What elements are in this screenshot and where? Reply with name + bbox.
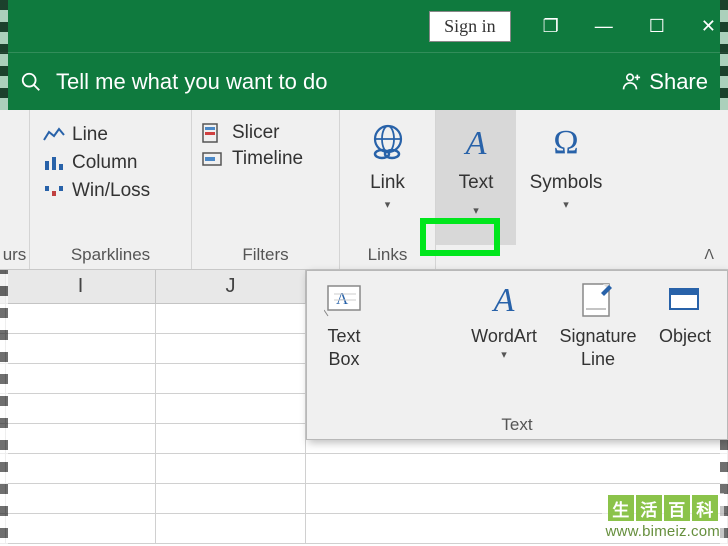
- ribbon: urs Line Column Win/Loss Sparklines: [0, 110, 728, 270]
- minimize-icon[interactable]: —: [595, 16, 613, 37]
- line-spark-icon: [42, 125, 66, 145]
- column-header-i[interactable]: I: [6, 270, 156, 303]
- group-label-text-blank: [436, 245, 516, 269]
- symbols-label: Symbols: [530, 172, 603, 194]
- chevron-down-icon: ▾: [385, 198, 391, 211]
- collapse-ribbon-button[interactable]: ᐱ: [704, 246, 714, 263]
- sparkline-line-label: Line: [72, 124, 108, 146]
- ribbon-group-tours: urs: [0, 110, 30, 269]
- ribbon-group-filters: Slicer Timeline Filters: [192, 110, 340, 269]
- watermark-url: www.bimeiz.com: [606, 523, 721, 540]
- ribbon-group-text: A Text ▾: [436, 110, 516, 269]
- text-dropdown-button[interactable]: A Text ▾: [438, 112, 514, 221]
- group-label-filters: Filters: [192, 245, 339, 269]
- slicer-icon: [200, 123, 224, 143]
- chevron-down-icon: ▾: [473, 204, 479, 217]
- sparkline-column-label: Column: [72, 152, 137, 174]
- link-label: Link: [370, 172, 405, 194]
- slicer-label: Slicer: [232, 122, 280, 144]
- maximize-icon[interactable]: ☐: [649, 16, 665, 37]
- group-label-sparklines: Sparklines: [30, 245, 191, 269]
- link-button[interactable]: Link ▾: [355, 116, 421, 215]
- window-controls: ❐ — ☐ ✕: [543, 16, 716, 37]
- symbols-button[interactable]: Ω Symbols ▾: [520, 116, 613, 215]
- sparkline-line-button[interactable]: Line: [38, 122, 154, 148]
- wordart-button[interactable]: A WordArt ▾: [461, 277, 547, 363]
- signature-line-label: Signature Line: [559, 325, 636, 370]
- ribbon-group-links: Link ▾ Links: [340, 110, 436, 269]
- share-icon: [619, 71, 641, 93]
- tellme-bar: Tell me what you want to do Share: [0, 52, 728, 110]
- film-edge-left: [0, 0, 8, 546]
- object-icon: [663, 279, 707, 321]
- close-icon[interactable]: ✕: [701, 16, 716, 37]
- watermark: 生 活 百 科 www.bimeiz.com: [602, 493, 725, 542]
- text-label: Text: [459, 172, 494, 194]
- group-label-links: Links: [340, 245, 435, 269]
- group-label-symbols-blank: [516, 245, 616, 269]
- column-header-j[interactable]: J: [156, 270, 306, 303]
- timeline-icon: [200, 149, 224, 169]
- text-box-icon: A: [322, 279, 366, 321]
- text-box-button[interactable]: A Text Box: [313, 277, 375, 372]
- signature-icon: [576, 279, 620, 321]
- omega-icon: Ω: [543, 120, 589, 164]
- text-box-label: Text Box: [327, 325, 360, 370]
- timeline-button[interactable]: Timeline: [200, 148, 303, 170]
- sparkline-winloss-button[interactable]: Win/Loss: [38, 178, 154, 204]
- svg-text:A: A: [464, 125, 487, 162]
- search-icon: [20, 71, 42, 93]
- share-label: Share: [649, 69, 708, 95]
- tellme-search[interactable]: Tell me what you want to do: [20, 69, 327, 95]
- object-label: Object: [659, 325, 711, 348]
- share-button[interactable]: Share: [619, 69, 708, 95]
- text-dropdown-popup: A Text Box A WordArt ▾ Signature Line Ob…: [306, 270, 728, 440]
- ribbon-group-sparklines: Line Column Win/Loss Sparklines: [30, 110, 192, 269]
- wm-char: 百: [664, 495, 690, 521]
- tellme-placeholder: Tell me what you want to do: [56, 69, 327, 95]
- watermark-chars: 生 活 百 科: [608, 495, 718, 521]
- wm-char: 生: [608, 495, 634, 521]
- ribbon-group-symbols: Ω Symbols ▾: [516, 110, 616, 269]
- object-button[interactable]: Object: [649, 277, 721, 350]
- sparkline-column-button[interactable]: Column: [38, 150, 154, 176]
- column-spark-icon: [42, 153, 66, 173]
- text-a-icon: A: [453, 120, 499, 164]
- svg-text:A: A: [336, 289, 349, 308]
- wm-char: 活: [636, 495, 662, 521]
- signature-line-button[interactable]: Signature Line: [547, 277, 649, 372]
- svg-text:Ω: Ω: [553, 124, 578, 161]
- sparkline-winloss-label: Win/Loss: [72, 180, 150, 202]
- group-label-tours: urs: [0, 245, 29, 269]
- titlebar: Sign in ❐ — ☐ ✕: [0, 0, 728, 52]
- wordart-label: WordArt: [471, 325, 537, 348]
- popup-group-label: Text: [307, 413, 727, 439]
- timeline-label: Timeline: [232, 148, 303, 170]
- slicer-button[interactable]: Slicer: [200, 122, 303, 144]
- wordart-icon: A: [482, 279, 526, 321]
- globe-link-icon: [365, 120, 411, 164]
- signin-button[interactable]: Sign in: [429, 11, 511, 42]
- chevron-down-icon: ▾: [563, 198, 569, 211]
- svg-text:A: A: [492, 282, 515, 319]
- wm-char: 科: [692, 495, 718, 521]
- ribbon-display-icon[interactable]: ❐: [543, 16, 559, 37]
- chevron-down-icon: ▾: [501, 348, 507, 361]
- winloss-spark-icon: [42, 181, 66, 201]
